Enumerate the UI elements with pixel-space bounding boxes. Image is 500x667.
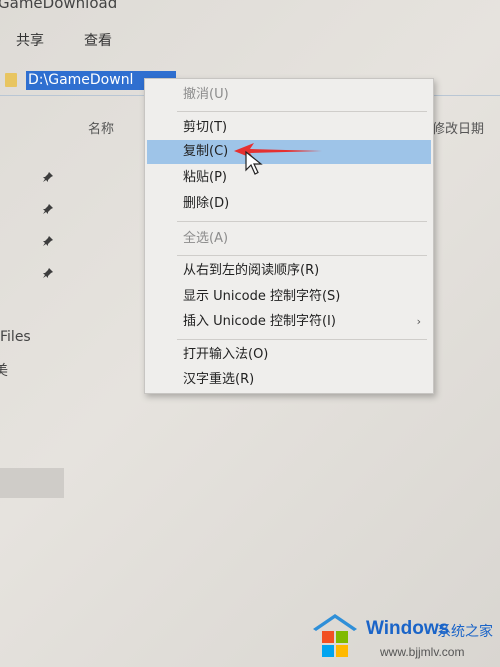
column-header-modified[interactable]: 修改日期 (432, 118, 484, 137)
window-title: GameDownload (0, 0, 118, 12)
folder-icon (5, 73, 17, 87)
menu-item-open-ime[interactable]: 打开输入法(O) (147, 343, 431, 367)
tab-view[interactable]: 查看 (84, 30, 112, 50)
menu-item-insert-unicode-label: 插入 Unicode 控制字符(I) (183, 314, 336, 329)
tab-share[interactable]: 共享 (16, 30, 44, 50)
menu-item-delete[interactable]: 删除(D) (147, 192, 431, 216)
menu-item-undo[interactable]: 撤消(U) (147, 83, 431, 107)
pin-icon (42, 203, 54, 215)
menu-item-reconversion[interactable]: 汉字重选(R) (147, 368, 431, 392)
menu-item-rtl-reading[interactable]: 从右到左的阅读顺序(R) (147, 259, 431, 283)
sidebar-item-partial[interactable]: 美 (0, 360, 8, 380)
pin-icon (42, 171, 54, 183)
windows-logo-icon (313, 614, 357, 657)
sidebar-selected-item[interactable] (0, 468, 64, 498)
menu-item-show-unicode[interactable]: 显示 Unicode 控制字符(S) (147, 285, 431, 309)
menu-separator (177, 255, 427, 256)
menu-separator (177, 111, 427, 112)
mouse-cursor-icon (244, 150, 264, 180)
chevron-right-icon: › (416, 315, 421, 328)
pin-icon (42, 235, 54, 247)
menu-item-select-all[interactable]: 全选(A) (147, 227, 431, 251)
menu-item-cut[interactable]: 剪切(T) (147, 116, 431, 140)
menu-item-insert-unicode[interactable]: 插入 Unicode 控制字符(I) › (147, 310, 431, 334)
pin-icon (42, 267, 54, 279)
menu-separator (177, 339, 427, 340)
sidebar-item-files[interactable]: Files (0, 329, 31, 345)
column-header-name[interactable]: 名称 (88, 118, 114, 137)
menu-item-paste[interactable]: 粘贴(P) (147, 166, 431, 190)
watermark-url: www.bjjmlv.com (380, 645, 465, 659)
context-menu: 撤消(U) 剪切(T) 复制(C) 粘贴(P) 删除(D) 全选(A) 从右到左… (144, 78, 434, 394)
watermark-cn: 系统之家 (437, 624, 493, 640)
watermark-brand: Windows 系统之家 www.bjjmlv.com (304, 606, 500, 667)
menu-separator (177, 221, 427, 222)
